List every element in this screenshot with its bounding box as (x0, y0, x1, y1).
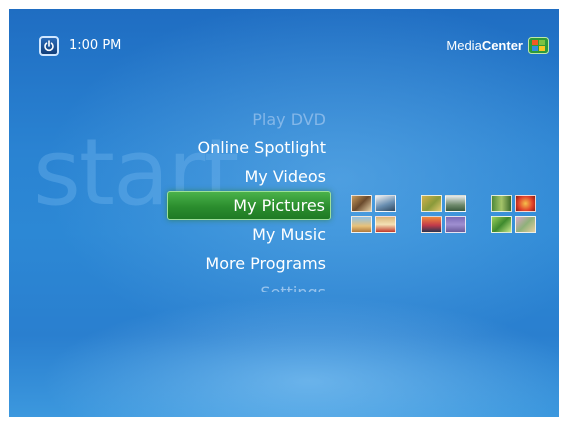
windows-logo-icon (528, 37, 549, 54)
brand-text-bold: Center (481, 38, 523, 53)
start-menu: Play DVD Online Spotlight My Videos My P… (167, 111, 331, 292)
clock: 1:00 PM (69, 38, 122, 53)
menu-item-play-dvd[interactable]: Play DVD (167, 111, 331, 133)
picture-thumbnail[interactable] (351, 195, 372, 212)
power-icon (44, 40, 54, 52)
picture-thumbnail[interactable] (491, 195, 512, 212)
menu-item-my-videos[interactable]: My Videos (167, 162, 331, 191)
picture-thumbnail[interactable] (445, 195, 466, 212)
picture-thumbnail[interactable] (515, 216, 536, 233)
menu-item-online-spotlight[interactable]: Online Spotlight (167, 133, 331, 162)
picture-thumbnail[interactable] (515, 195, 536, 212)
picture-thumbnail[interactable] (375, 195, 396, 212)
menu-item-settings[interactable]: Settings (167, 278, 331, 292)
picture-thumbnail[interactable] (375, 216, 396, 233)
picture-thumbnail[interactable] (421, 216, 442, 233)
picture-thumbnail[interactable] (491, 216, 512, 233)
top-bar: 1:00 PM Media Center (9, 9, 559, 79)
picture-thumbnail[interactable] (445, 216, 466, 233)
power-button[interactable] (39, 36, 59, 56)
media-center-screen: 1:00 PM Media Center start Play DVD Onlin… (9, 9, 559, 417)
brand-text-light: Media (446, 38, 482, 53)
media-center-logo: Media Center (446, 37, 549, 54)
menu-item-more-programs[interactable]: More Programs (167, 249, 331, 278)
menu-item-my-pictures[interactable]: My Pictures (167, 191, 331, 220)
picture-thumbnail[interactable] (421, 195, 442, 212)
picture-thumbnail[interactable] (351, 216, 372, 233)
menu-item-my-music[interactable]: My Music (167, 220, 331, 249)
